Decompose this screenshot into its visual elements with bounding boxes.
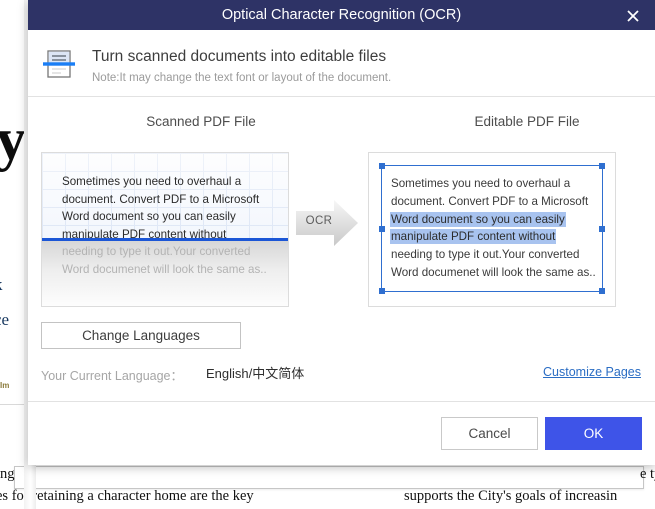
background-paragraph-right: supports the City's goals of increasin: [404, 488, 618, 504]
scanned-text-dark: Sometimes you need to overhaul a document…: [62, 173, 274, 239]
scanned-text-line: document. Convert PDF to a Microsoft: [62, 192, 260, 206]
scan-line-indicator: [42, 238, 288, 241]
dialog-header: Turn scanned documents into editable fil…: [28, 30, 655, 97]
resize-handle-bottom-left[interactable]: [379, 288, 385, 294]
editable-panel-label: Editable PDF File: [474, 114, 580, 129]
ocr-dialog: Optical Character Recognition (OCR) Turn…: [28, 0, 655, 465]
resize-handle-middle-right[interactable]: [599, 225, 605, 232]
background-text-fragment-2: ce: [0, 310, 10, 329]
header-title: Turn scanned documents into editable fil…: [92, 48, 387, 65]
ok-button[interactable]: OK: [545, 417, 642, 450]
background-partial-text-left: ing: [0, 466, 15, 482]
close-icon[interactable]: [611, 0, 655, 30]
scanner-icon: [42, 47, 76, 81]
change-languages-button[interactable]: Change Languages: [41, 322, 241, 349]
editable-text-line[interactable]: Sometimes you need to overhaul a: [391, 175, 597, 193]
background-text-fragment-1: k: [0, 275, 3, 295]
customize-pages-link[interactable]: Customize Pages: [543, 365, 641, 379]
editable-text-block[interactable]: Sometimes you need to overhaul a document…: [391, 175, 597, 282]
scanned-text-line: needing to type it out.Your converted: [62, 245, 251, 259]
background-small-text-fragment: Im: [0, 381, 10, 390]
editable-text-line[interactable]: Word document so you can easily: [391, 211, 597, 229]
editable-pdf-preview: Sometimes you need to overhaul a document…: [368, 152, 616, 307]
dialog-titlebar: Optical Character Recognition (OCR): [28, 0, 655, 30]
dialog-title: Optical Character Recognition (OCR): [221, 7, 462, 23]
cancel-button[interactable]: Cancel: [441, 417, 538, 450]
background-partial-text-right: e ty: [640, 466, 655, 482]
scanned-text-faded-clip: Sometimes you need to overhaul adocument…: [42, 239, 288, 306]
selected-text-run[interactable]: manipulate PDF content without: [391, 230, 556, 244]
dialog-footer: Cancel OK: [28, 402, 655, 465]
scanned-text-faded: Sometimes you need to overhaul adocument…: [62, 239, 274, 279]
editable-text-line[interactable]: document. Convert PDF to a Microsoft: [391, 193, 597, 211]
current-language-label: Your Current Language：: [41, 369, 183, 383]
editable-text-line[interactable]: manipulate PDF content without: [391, 228, 597, 246]
background-text-field[interactable]: [14, 466, 644, 489]
resize-handle-bottom-right[interactable]: [599, 288, 605, 294]
ocr-arrow-label: OCR: [305, 215, 333, 227]
scanned-text-line: Sometimes you need to overhaul a: [62, 175, 242, 188]
resize-handle-top-left[interactable]: [379, 163, 385, 169]
resize-handle-top-right[interactable]: [599, 163, 605, 169]
resize-handle-middle-left[interactable]: [379, 225, 385, 232]
scanned-text-line: Word documenet will look the same as..: [62, 262, 267, 276]
scanned-text-dark-clip: Sometimes you need to overhaul a document…: [42, 153, 288, 239]
editable-text-line[interactable]: Word documenet will look the same as..: [391, 264, 597, 282]
scanned-panel-label: Scanned PDF File: [146, 114, 256, 129]
dialog-body: Scanned PDF File Editable PDF File Somet…: [28, 97, 655, 402]
header-note: Note:It may change the text font or layo…: [92, 72, 392, 84]
background-paragraph-left: es for retaining a character home are th…: [0, 488, 254, 504]
scanned-pdf-preview: Sometimes you need to overhaul a document…: [41, 152, 289, 307]
current-language-value: English/中文简体: [206, 366, 305, 381]
editable-text-line[interactable]: needing to type it out.Your converted: [391, 246, 597, 264]
selected-text-run[interactable]: Word document so you can easily: [391, 212, 565, 226]
scanned-text-line: Word document so you can easily: [62, 210, 236, 224]
